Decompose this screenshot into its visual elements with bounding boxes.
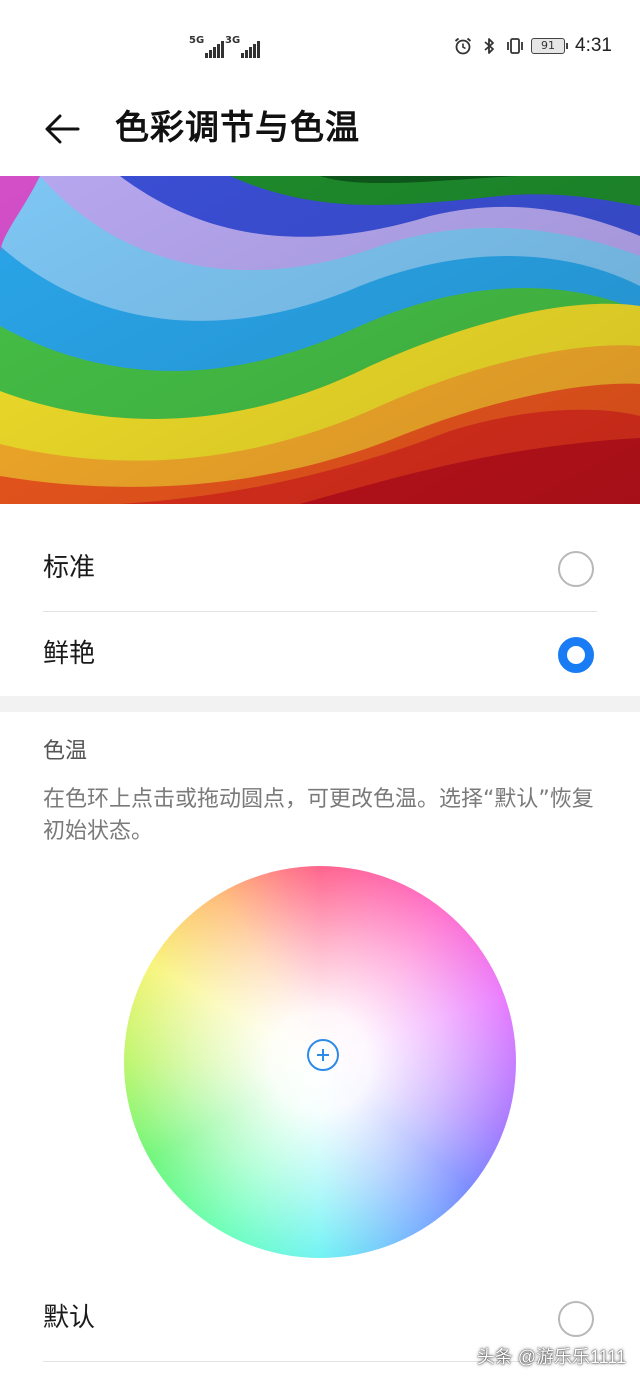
back-arrow-icon[interactable] [40,106,86,152]
signal-sim2: 3G [225,36,260,58]
option-vivid[interactable]: 鲜艳 [0,612,640,698]
option-label: 标准 [43,553,96,583]
signal-sim1: 5G [189,36,224,58]
option-label: 鲜艳 [43,639,96,669]
network-type-label: 3G [225,35,241,46]
status-time: 4:31 [575,35,612,56]
radio-button[interactable] [558,551,594,587]
app-header: 色彩调节与色温 [0,92,640,172]
status-bar: 5G 3G 91 4:31 [0,0,640,92]
rainbow-preview-image [0,176,640,504]
vibrate-icon [507,38,523,54]
page-title: 色彩调节与色温 [115,108,360,148]
color-picker-handle[interactable] [307,1039,339,1071]
status-icons: 91 4:31 [453,32,612,60]
battery-indicator: 91 [531,38,569,54]
radio-button-selected[interactable] [558,637,594,673]
radio-button[interactable] [558,1301,594,1337]
bluetooth-icon [484,38,494,54]
option-label: 默认 [43,1303,96,1333]
network-type-label: 5G [189,35,205,46]
section-spacer [0,696,640,712]
signal-bars-icon [205,40,224,58]
signal-bars-icon [241,40,260,58]
screen: 5G 3G 91 4:31 色彩调节与色温 标准 鲜艳 色温 在色环上点击或拖动… [0,0,640,1387]
section-title: 色温 [43,739,88,764]
alarm-icon [454,37,472,55]
color-wheel[interactable] [124,866,516,1258]
watermark: 头条 @游乐乐1111 [476,1347,626,1367]
section-description: 在色环上点击或拖动圆点，可更改色温。选择“默认”恢复初始状态。 [43,787,594,844]
option-standard[interactable]: 标准 [0,526,640,612]
